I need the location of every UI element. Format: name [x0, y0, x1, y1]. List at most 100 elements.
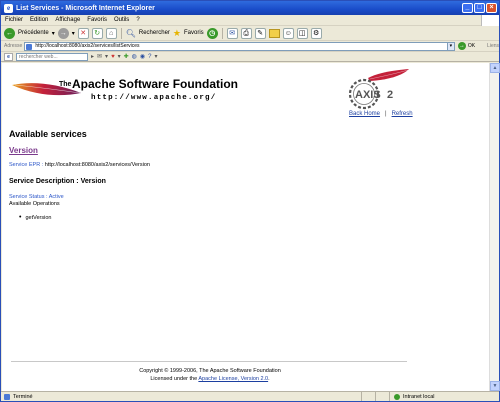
menu-edit[interactable]: Edition	[30, 17, 48, 23]
search-icon[interactable]: 🔍︎	[126, 29, 136, 38]
dropdown-icon[interactable]: ▾	[118, 53, 121, 60]
forward-dropdown-icon[interactable]: ▾	[72, 30, 75, 37]
scroll-down-icon[interactable]: ▼	[490, 381, 500, 391]
menu-file[interactable]: Fichier	[5, 17, 23, 23]
header-links: Back Home | Refresh	[349, 111, 413, 117]
refresh-icon[interactable]: ↻	[91, 27, 103, 39]
license-suffix: .	[268, 376, 270, 382]
zone-text: Intranet local	[403, 393, 435, 400]
page-content: The Apache Software Foundation http://ww…	[2, 63, 489, 391]
toolbar-separator	[120, 27, 122, 39]
apache-the-text: The	[59, 81, 72, 88]
browser-window: e List Services - Microsoft Internet Exp…	[0, 0, 500, 402]
search-toolbar: e ▸ ✉ ▾ ♥ ▾ ✚ ◍ ◉ ? ▾	[1, 52, 499, 62]
menu-favorites[interactable]: Favoris	[87, 17, 107, 23]
apache-name-text: Apache Software Foundation	[72, 77, 239, 91]
page-icon	[26, 43, 33, 50]
dropdown-icon[interactable]: ▾	[105, 53, 108, 60]
back-arrow-icon[interactable]: ←	[4, 27, 15, 39]
research-icon[interactable]: ◫	[296, 27, 308, 39]
address-bar: Adresse http://localhost:8080/axis2/serv…	[1, 41, 499, 52]
plus-icon[interactable]: ✚	[124, 53, 129, 60]
back-home-link[interactable]: Back Home	[349, 111, 380, 117]
footer-divider	[11, 361, 407, 362]
links-label[interactable]: Liens	[487, 43, 499, 49]
service-description-heading: Service Description : Version	[9, 178, 106, 185]
status-bar: Terminé Intranet local	[1, 391, 499, 401]
license-line: Licensed under the Apache License, Versi…	[2, 375, 418, 383]
apache-logo[interactable]: The Apache Software Foundation http://ww…	[11, 75, 241, 105]
license-link[interactable]: Apache License, Version 2.0	[198, 376, 268, 382]
windows-logo-icon	[481, 15, 499, 26]
menu-view[interactable]: Affichage	[55, 17, 80, 23]
go-button[interactable]: → OK	[457, 42, 475, 50]
maximize-button[interactable]: □	[474, 3, 485, 13]
license-prefix: Licensed under the	[150, 376, 198, 382]
scroll-up-icon[interactable]: ▲	[490, 63, 500, 73]
link-separator: |	[385, 111, 387, 117]
available-operations-heading: Available Operations	[9, 201, 60, 207]
address-label: Adresse	[4, 43, 23, 49]
menu-bar: Fichier Edition Affichage Favoris Outils…	[1, 15, 499, 26]
security-zone: Intranet local	[389, 392, 435, 401]
service-version-link[interactable]: Version	[9, 146, 38, 155]
forward-arrow-icon[interactable]: →	[57, 27, 69, 39]
apache-url-text: http://www.apache.org/	[91, 94, 217, 102]
vertical-scrollbar[interactable]: ▲ ▼	[489, 63, 500, 391]
go-arrow-icon: →	[457, 42, 466, 50]
ie-icon: e	[4, 3, 13, 13]
heart-icon[interactable]: ♥	[111, 54, 115, 60]
search-go-icon[interactable]: ▸	[91, 53, 94, 60]
footer: Copyright © 1999-2006, The Apache Softwa…	[2, 367, 418, 383]
operations-list: getVersion	[19, 214, 51, 221]
mail-icon[interactable]: ✉	[226, 27, 238, 39]
axis2-logo[interactable]: AXIS 2	[342, 68, 410, 113]
folder-icon[interactable]	[268, 28, 280, 38]
refresh-link[interactable]: Refresh	[392, 111, 413, 117]
dropdown-icon[interactable]: ▾	[155, 53, 158, 60]
address-url: http://localhost:8080/axis2/services/lis…	[35, 42, 140, 49]
svg-text:AXIS: AXIS	[355, 89, 381, 101]
print-icon[interactable]: ⎙	[240, 27, 252, 39]
page-status-icon	[4, 393, 10, 400]
epr-label: Service EPR :	[9, 162, 44, 168]
messenger-icon[interactable]: ☺	[282, 27, 294, 39]
standard-toolbar: ← Précédente ▾ → ▾ ✕ ↻ ⌂ 🔍︎ Rechercher ★…	[1, 26, 499, 41]
history-icon[interactable]: ◷	[206, 27, 218, 39]
available-services-heading: Available services	[9, 129, 87, 139]
minimize-button[interactable]: _	[462, 3, 473, 13]
globe-icon[interactable]: ◍	[132, 53, 137, 60]
epr-value: http://localhost:8080/axis2/services/Ver…	[44, 162, 150, 168]
close-button[interactable]: ×	[486, 3, 497, 13]
address-input[interactable]: http://localhost:8080/axis2/services/lis…	[24, 41, 449, 51]
search-button-label[interactable]: Rechercher	[139, 30, 170, 36]
tools-icon[interactable]: ⚙	[310, 27, 322, 39]
window-title: List Services - Microsoft Internet Explo…	[16, 4, 155, 12]
copyright-text: Copyright © 1999-2006, The Apache Softwa…	[139, 368, 281, 374]
home-icon[interactable]: ⌂	[105, 27, 117, 39]
stop-icon[interactable]: ✕	[77, 27, 89, 39]
status-done: Terminé	[1, 393, 361, 400]
title-bar[interactable]: e List Services - Microsoft Internet Exp…	[1, 1, 499, 15]
web-search-input[interactable]	[16, 52, 88, 61]
intranet-globe-icon	[394, 393, 400, 400]
svg-text:2: 2	[387, 89, 393, 101]
mail-small-icon[interactable]: ✉	[97, 53, 102, 60]
help-icon[interactable]: ?	[148, 54, 151, 60]
edit-icon[interactable]: ✎	[254, 27, 266, 39]
operation-item: getVersion	[19, 214, 51, 221]
search-engine-icon[interactable]: e	[4, 52, 13, 61]
favorites-button-label[interactable]: Favoris	[184, 30, 204, 36]
service-status: Service Status : Active	[9, 194, 64, 200]
toolbar-separator	[221, 27, 223, 39]
favorites-star-icon[interactable]: ★	[173, 28, 181, 39]
menu-help[interactable]: ?	[136, 17, 139, 23]
back-button-label[interactable]: Précédente	[18, 30, 49, 36]
status-text: Terminé	[13, 393, 33, 400]
address-dropdown-icon[interactable]: ▾	[447, 41, 455, 51]
sync-icon[interactable]: ◉	[140, 53, 145, 60]
menu-tools[interactable]: Outils	[114, 17, 129, 23]
service-epr: Service EPR : http://localhost:8080/axis…	[9, 162, 150, 168]
status-cell	[361, 392, 375, 401]
back-dropdown-icon[interactable]: ▾	[52, 30, 55, 37]
